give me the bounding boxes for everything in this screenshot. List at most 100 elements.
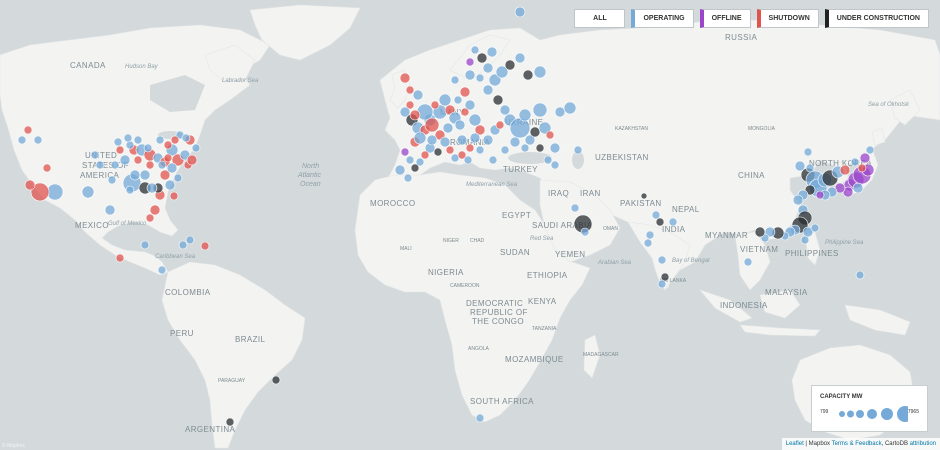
shutdown-plant-marker[interactable] (163, 140, 173, 150)
shutdown-plant-marker[interactable] (115, 253, 125, 263)
operating-plant-marker[interactable] (482, 134, 494, 146)
shutdown-plant-marker[interactable] (145, 213, 155, 223)
shutdown-plant-marker[interactable] (857, 163, 867, 173)
operating-plant-marker[interactable] (123, 133, 133, 143)
shutdown-plant-marker[interactable] (545, 130, 555, 140)
shutdown-plant-marker[interactable] (42, 163, 52, 173)
operating-plant-marker[interactable] (119, 154, 131, 166)
offline-plant-marker[interactable] (859, 152, 871, 164)
under-construction-plant-marker[interactable] (410, 163, 420, 173)
operating-plant-marker[interactable] (803, 147, 813, 157)
operating-plant-marker[interactable] (90, 150, 100, 160)
under-construction-plant-marker[interactable] (522, 69, 534, 81)
operating-plant-marker[interactable] (166, 162, 178, 174)
operating-plant-marker[interactable] (173, 173, 183, 183)
offline-plant-marker[interactable] (815, 190, 825, 200)
operating-plant-marker[interactable] (438, 93, 452, 107)
under-construction-plant-marker[interactable] (504, 59, 516, 71)
shutdown-plant-marker[interactable] (200, 241, 210, 251)
shutdown-plant-marker[interactable] (459, 86, 471, 98)
operating-plant-marker[interactable] (464, 69, 476, 81)
operating-plant-marker[interactable] (743, 257, 753, 267)
shutdown-plant-marker[interactable] (430, 100, 440, 110)
filter-shutdown-button[interactable]: SHUTDOWN (756, 9, 819, 28)
operating-plant-marker[interactable] (191, 143, 201, 153)
operating-plant-marker[interactable] (580, 227, 590, 237)
operating-plant-marker[interactable] (475, 73, 485, 83)
operating-plant-marker[interactable] (550, 160, 560, 170)
operating-plant-marker[interactable] (792, 194, 804, 206)
operating-plant-marker[interactable] (394, 164, 406, 176)
under-construction-plant-marker[interactable] (535, 143, 545, 153)
under-construction-plant-marker[interactable] (433, 147, 443, 157)
operating-plant-marker[interactable] (129, 169, 141, 181)
operating-plant-marker[interactable] (850, 157, 860, 167)
shutdown-plant-marker[interactable] (405, 85, 415, 95)
operating-plant-marker[interactable] (852, 182, 864, 194)
operating-plant-marker[interactable] (486, 46, 498, 58)
shutdown-plant-marker[interactable] (409, 109, 421, 121)
offline-plant-marker[interactable] (465, 57, 475, 67)
shutdown-plant-marker[interactable] (839, 164, 851, 176)
operating-plant-marker[interactable] (469, 132, 481, 144)
shutdown-plant-marker[interactable] (465, 143, 475, 153)
under-construction-plant-marker[interactable] (271, 375, 281, 385)
under-construction-plant-marker[interactable] (655, 217, 665, 227)
operating-plant-marker[interactable] (456, 134, 468, 146)
under-construction-plant-marker[interactable] (754, 226, 766, 238)
shutdown-plant-marker[interactable] (186, 154, 198, 166)
operating-plant-marker[interactable] (157, 160, 167, 170)
operating-plant-marker[interactable] (95, 160, 105, 170)
operating-plant-marker[interactable] (17, 135, 27, 145)
shutdown-plant-marker[interactable] (169, 191, 179, 201)
operating-plant-marker[interactable] (549, 142, 561, 154)
attribution-link[interactable]: attribution (910, 441, 936, 447)
operating-plant-marker[interactable] (509, 117, 531, 139)
operating-plant-marker[interactable] (157, 265, 167, 275)
terms-feedback-link[interactable]: Terms & Feedback (832, 441, 882, 447)
shutdown-plant-marker[interactable] (145, 160, 155, 170)
offline-plant-marker[interactable] (400, 147, 410, 157)
operating-plant-marker[interactable] (403, 173, 413, 183)
filter-under-construction-button[interactable]: UNDER CONSTRUCTION (824, 9, 929, 28)
filter-operating-button[interactable]: OPERATING (631, 9, 694, 28)
under-construction-plant-marker[interactable] (492, 94, 504, 106)
operating-plant-marker[interactable] (155, 135, 165, 145)
operating-plant-marker[interactable] (668, 217, 678, 227)
operating-plant-marker[interactable] (514, 6, 526, 18)
operating-plant-marker[interactable] (454, 119, 466, 131)
operating-plant-marker[interactable] (185, 235, 195, 245)
operating-plant-marker[interactable] (139, 169, 151, 181)
under-construction-plant-marker[interactable] (529, 126, 541, 138)
operating-plant-marker[interactable] (33, 135, 43, 145)
under-construction-plant-marker[interactable] (640, 192, 648, 200)
operating-plant-marker[interactable] (110, 160, 120, 170)
operating-plant-marker[interactable] (499, 104, 511, 116)
under-construction-plant-marker[interactable] (225, 417, 235, 427)
operating-plant-marker[interactable] (657, 279, 667, 289)
operating-plant-marker[interactable] (413, 131, 427, 145)
shutdown-plant-marker[interactable] (399, 72, 411, 84)
operating-plant-marker[interactable] (651, 210, 661, 220)
operating-plant-marker[interactable] (482, 62, 494, 74)
operating-plant-marker[interactable] (46, 183, 64, 201)
shutdown-plant-marker[interactable] (445, 145, 455, 155)
operating-plant-marker[interactable] (518, 108, 532, 122)
operating-plant-marker[interactable] (810, 223, 820, 233)
shutdown-plant-marker[interactable] (149, 204, 161, 216)
shutdown-plant-marker[interactable] (23, 125, 33, 135)
shutdown-plant-marker[interactable] (495, 120, 505, 130)
operating-plant-marker[interactable] (563, 101, 577, 115)
operating-plant-marker[interactable] (514, 52, 526, 64)
operating-plant-marker[interactable] (543, 155, 553, 165)
operating-plant-marker[interactable] (533, 65, 547, 79)
operating-plant-marker[interactable] (453, 95, 463, 105)
operating-plant-marker[interactable] (107, 175, 117, 185)
operating-plant-marker[interactable] (140, 240, 150, 250)
operating-plant-marker[interactable] (143, 143, 153, 153)
shutdown-plant-marker[interactable] (420, 150, 430, 160)
operating-plant-marker[interactable] (442, 122, 454, 134)
operating-plant-marker[interactable] (439, 136, 451, 148)
operating-plant-marker[interactable] (125, 185, 135, 195)
operating-plant-marker[interactable] (570, 203, 580, 213)
